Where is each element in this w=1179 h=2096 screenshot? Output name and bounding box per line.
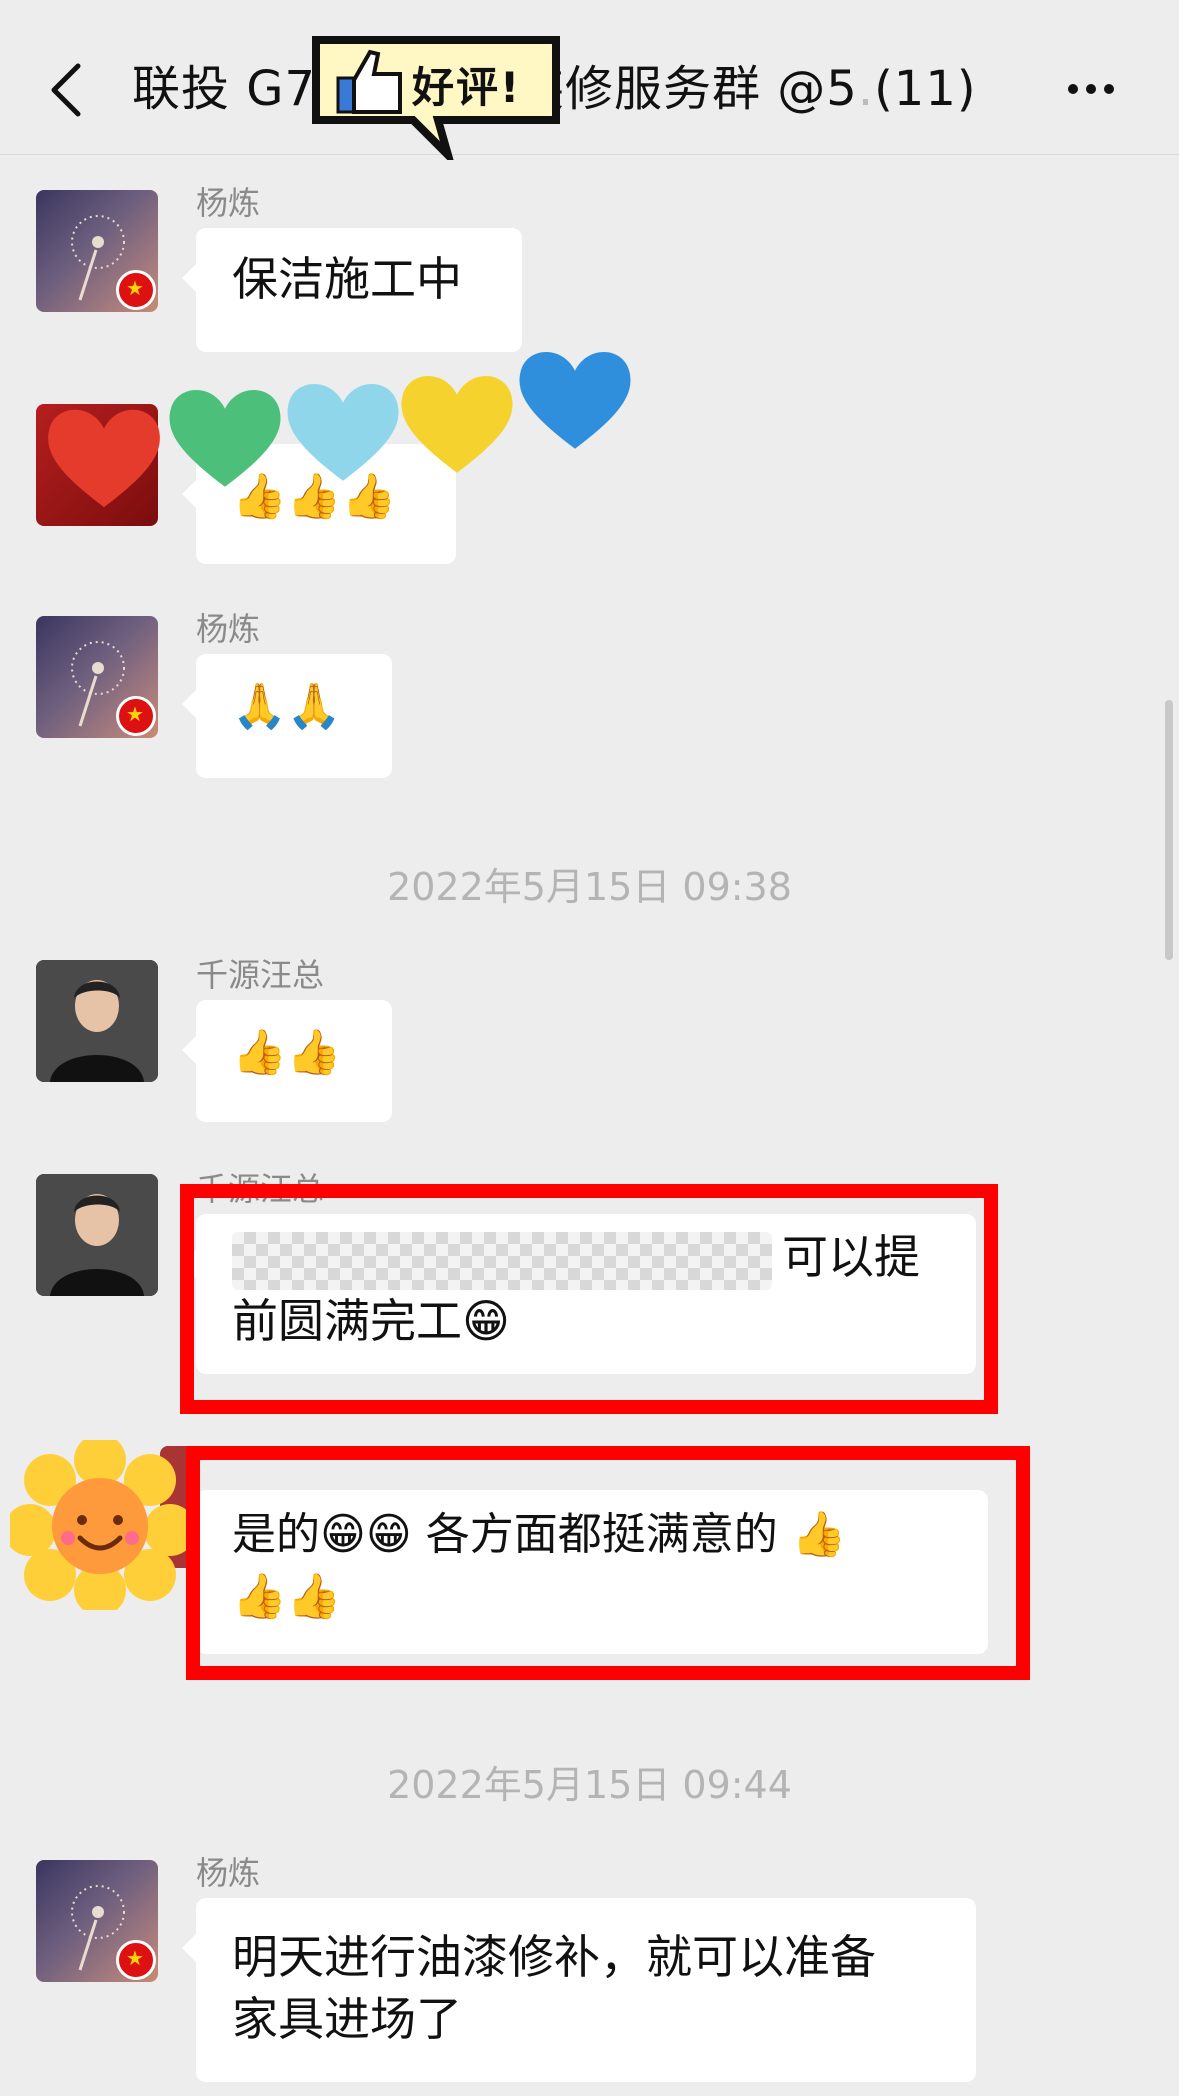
more-dot	[1104, 84, 1114, 94]
avatar[interactable]	[36, 1860, 158, 1982]
timestamp: 2022年5月15日 09:38	[387, 865, 792, 909]
message-bubble[interactable]: 🙏🙏	[182, 654, 392, 778]
sender-name: 杨炼	[196, 610, 261, 648]
message-text: 🙏🙏	[232, 681, 342, 732]
praise-sticker: 好评!	[308, 30, 564, 160]
more-button[interactable]	[1064, 70, 1124, 110]
person-icon	[36, 960, 158, 1082]
sun-sticker	[10, 1440, 190, 1610]
message-bubble[interactable]: 👍👍	[182, 1000, 392, 1122]
avatar[interactable]	[36, 1174, 158, 1296]
back-icon	[51, 63, 81, 117]
timestamp: 2022年5月15日 09:44	[387, 1763, 792, 1807]
china-flag-icon	[116, 696, 156, 736]
message-text: 👍👍	[232, 1027, 342, 1078]
heart-sticker	[169, 390, 281, 487]
message-bubble[interactable]: 保洁施工中	[182, 228, 522, 352]
heart-sticker	[401, 376, 513, 473]
heart-sticker	[287, 384, 399, 481]
china-flag-icon	[116, 1940, 156, 1980]
scrollbar[interactable]	[1165, 700, 1173, 960]
title-part2: 装修服务群 @5	[516, 61, 858, 117]
chat-header: 联投 G7 装修服务群 @5.(11)	[0, 0, 1179, 155]
avatar[interactable]	[36, 960, 158, 1082]
title-fade: .	[857, 61, 875, 117]
back-button[interactable]	[44, 60, 88, 120]
sender-name: 千源汪总	[196, 956, 325, 994]
member-count: (11)	[874, 61, 977, 117]
china-flag-icon	[116, 270, 156, 310]
sender-name: 杨炼	[196, 1854, 261, 1892]
highlight-box	[186, 1446, 1030, 1680]
message-text: 明天进行油漆修补，就可以准备	[232, 1930, 876, 1984]
message-text-line2: 家具进场了	[232, 1992, 462, 2046]
heart-sticker	[519, 352, 631, 449]
message-bubble[interactable]: 明天进行油漆修补，就可以准备 家具进场了	[182, 1898, 976, 2082]
praise-sticker-label: 好评!	[412, 63, 522, 112]
message-text: 保洁施工中	[232, 252, 462, 306]
person-icon	[36, 1174, 158, 1296]
avatar[interactable]	[36, 190, 158, 312]
sender-name: 杨炼	[196, 184, 261, 222]
more-dot	[1068, 84, 1078, 94]
avatar[interactable]	[36, 616, 158, 738]
more-dot	[1086, 84, 1096, 94]
title-part1: 联投 G7	[132, 61, 316, 117]
highlight-box	[180, 1184, 998, 1414]
heart-sticker	[48, 409, 160, 508]
